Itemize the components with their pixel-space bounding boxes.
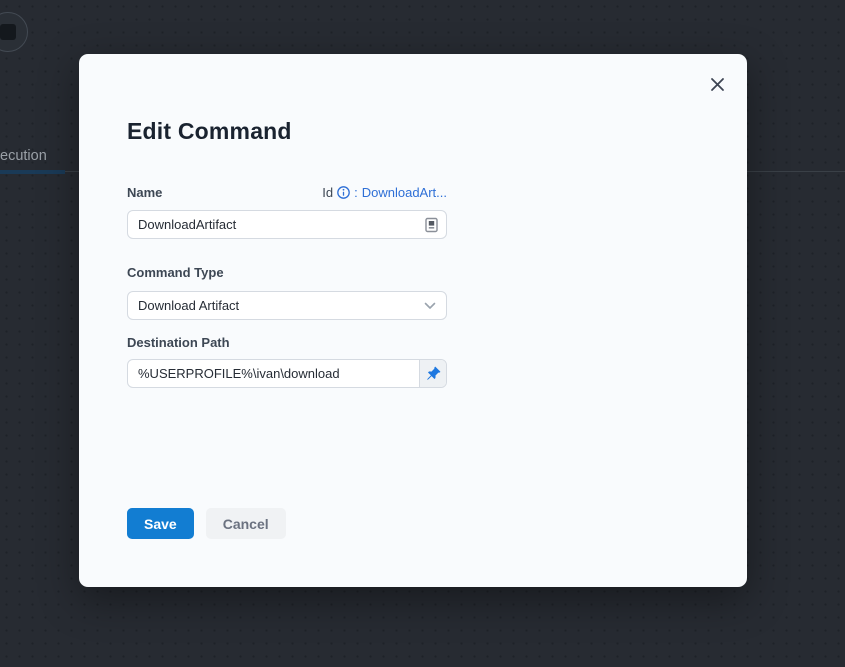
destination-input-group <box>127 359 447 388</box>
autofill-icon[interactable] <box>425 217 438 233</box>
info-icon[interactable] <box>337 186 350 199</box>
save-button[interactable]: Save <box>127 508 194 539</box>
command-type-label: Command Type <box>127 265 224 280</box>
id-colon: : <box>354 185 358 200</box>
stop-button[interactable] <box>0 12 28 52</box>
id-value-link[interactable]: DownloadArt... <box>362 185 447 200</box>
stop-icon <box>0 24 16 40</box>
command-type-label-row: Command Type <box>127 265 447 280</box>
name-input[interactable] <box>128 211 425 238</box>
pushpin-icon <box>426 366 441 381</box>
name-input-wrap <box>127 210 447 239</box>
close-icon <box>710 77 725 92</box>
chevron-down-icon <box>424 302 436 310</box>
name-label-row: Name Id : DownloadArt... <box>127 185 447 200</box>
command-type-value: Download Artifact <box>138 298 239 313</box>
id-info-group: Id : DownloadArt... <box>322 185 447 200</box>
cancel-button[interactable]: Cancel <box>206 508 286 539</box>
dialog-title: Edit Command <box>127 118 292 145</box>
tab-execution-label: ecution <box>0 148 47 164</box>
close-button[interactable] <box>707 74 727 94</box>
destination-input[interactable] <box>128 360 419 387</box>
edit-command-dialog: Edit Command Name Id : DownloadArt... Co… <box>79 54 747 587</box>
command-type-select[interactable]: Download Artifact <box>127 291 447 320</box>
dialog-actions: Save Cancel <box>127 508 286 539</box>
pin-variable-button[interactable] <box>419 360 446 387</box>
name-label: Name <box>127 185 162 200</box>
active-tab-indicator <box>0 170 65 174</box>
id-label: Id <box>322 185 333 200</box>
destination-label-row: Destination Path <box>127 335 447 350</box>
destination-label: Destination Path <box>127 335 230 350</box>
